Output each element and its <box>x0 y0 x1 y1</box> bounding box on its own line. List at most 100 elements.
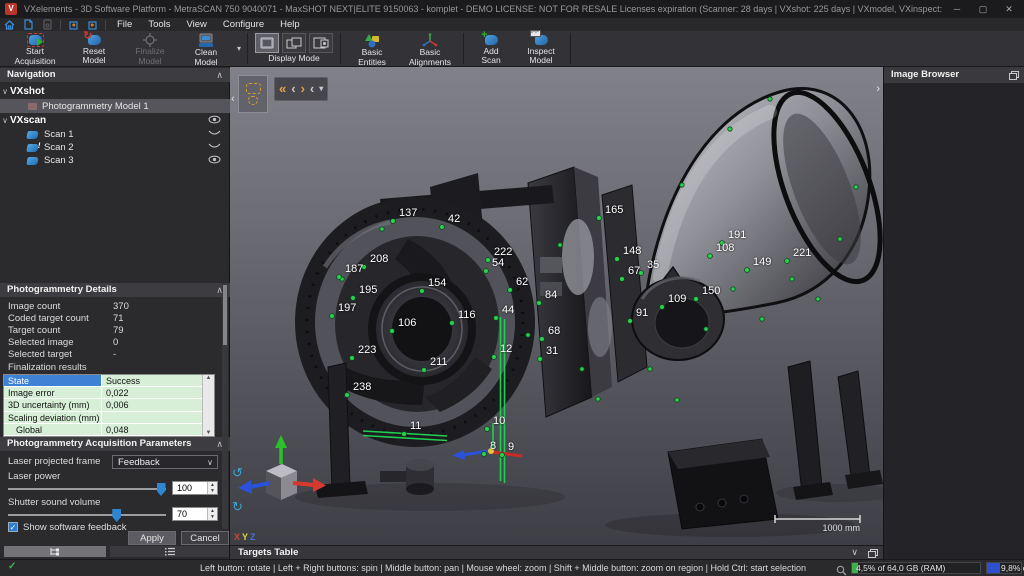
sidebar-item-scan-2[interactable]: ! Scan 2 <box>0 141 230 154</box>
table-row[interactable]: Scaling deviation (mm) <box>4 412 214 424</box>
target-dot[interactable] <box>731 287 735 291</box>
slider-handle[interactable] <box>112 509 121 522</box>
target-dot[interactable] <box>838 237 842 241</box>
first-view-icon[interactable]: « <box>279 78 286 100</box>
menu-configure[interactable]: Configure <box>215 18 272 31</box>
last-view-icon[interactable]: ‹ <box>310 78 314 100</box>
new-session-icon[interactable] <box>21 19 36 30</box>
clean-model-dropdown-icon[interactable]: ▾ <box>234 31 244 66</box>
collapse-left-overlay-icon[interactable]: ‹ <box>231 93 235 105</box>
collapse-icon[interactable]: ∧ <box>216 68 223 82</box>
target-dot[interactable] <box>580 367 584 371</box>
software-feedback-checkbox[interactable]: ✓ <box>8 522 18 532</box>
target-selection-tool-button[interactable] <box>238 75 268 113</box>
target-dot[interactable] <box>680 183 684 187</box>
status-ok-icon: ✓ <box>8 561 16 572</box>
target-dot[interactable] <box>816 297 820 301</box>
svg-text:116: 116 <box>458 309 476 321</box>
window-title: VXelements - 3D Software Platform - Metr… <box>24 4 944 14</box>
basic-entities-button[interactable]: BasicEntities <box>344 31 400 66</box>
svg-text:195: 195 <box>359 284 377 296</box>
spinner-arrows-icon[interactable]: ▲▼ <box>207 482 217 494</box>
table-row[interactable]: 3D uncertainty (mm)0,006 <box>4 399 214 411</box>
menu-tools[interactable]: Tools <box>140 18 178 31</box>
target-dot[interactable] <box>526 333 530 337</box>
target-dot[interactable] <box>790 277 794 281</box>
shutter-volume-slider[interactable] <box>8 507 166 521</box>
display-mode-single-button[interactable] <box>255 33 279 53</box>
menu-view[interactable]: View <box>179 18 215 31</box>
target-dot[interactable] <box>704 327 708 331</box>
target-dot[interactable] <box>728 127 732 131</box>
target-dot[interactable] <box>648 367 652 371</box>
import-session-icon[interactable] <box>66 19 81 30</box>
target-dot[interactable] <box>854 185 858 189</box>
display-mode-dual-button[interactable] <box>282 33 306 53</box>
close-button[interactable]: ✕ <box>996 0 1022 18</box>
spinner-arrows-icon[interactable]: ▲▼ <box>207 508 217 520</box>
menu-file[interactable]: File <box>109 18 140 31</box>
add-scan-button[interactable]: + AddScan <box>467 31 515 66</box>
table-row[interactable]: Global0,048 <box>4 424 214 436</box>
sidebar-item-photogrammetry-model[interactable]: Photogrammetry Model 1 <box>0 99 230 113</box>
targets-table-bar[interactable]: Targets Table ∨ <box>230 545 883 559</box>
shutter-volume-input[interactable]: 70▲▼ <box>172 507 218 521</box>
3d-viewport[interactable]: 1374220818719519715422254628411644106681… <box>230 67 883 545</box>
float-panel-icon[interactable] <box>1009 71 1018 79</box>
view-dropdown-icon[interactable]: ▾ <box>319 78 323 100</box>
sidebar-item-vxscan[interactable]: ∨ VXscan <box>0 113 230 128</box>
apply-button[interactable]: Apply <box>128 531 176 545</box>
start-acquisition-button[interactable]: StartAcquisition <box>4 31 66 66</box>
clean-model-button[interactable]: CleanModel <box>178 31 234 66</box>
photogrammetry-details-header[interactable]: Photogrammetry Details∧ <box>0 283 230 297</box>
inspect-model-button[interactable]: InspectModel <box>515 31 567 66</box>
laser-frame-select[interactable]: Feedback∨ <box>112 455 218 469</box>
save-session-icon[interactable] <box>40 19 55 30</box>
next-view-icon[interactable]: › <box>301 78 305 100</box>
sidebar-item-vxshot[interactable]: ∨ VXshot <box>0 84 230 99</box>
sidebar-item-scan-3[interactable]: Scan 3 <box>0 154 230 167</box>
scan-icon <box>26 157 38 165</box>
cancel-button[interactable]: Cancel <box>181 531 229 545</box>
panel-scrollbar[interactable] <box>222 283 228 529</box>
menu-help[interactable]: Help <box>272 18 308 31</box>
minimize-button[interactable]: ─ <box>944 0 970 18</box>
visibility-eye-icon[interactable] <box>208 115 221 127</box>
visibility-eye-icon[interactable] <box>208 155 221 167</box>
axis-triad[interactable]: ↺ ↻ XYZ <box>232 435 326 542</box>
laser-power-input[interactable]: 100▲▼ <box>172 481 218 495</box>
slider-handle[interactable] <box>157 483 166 496</box>
laser-power-slider[interactable] <box>8 481 166 495</box>
svg-text:106: 106 <box>398 317 416 329</box>
tree-view-tab[interactable] <box>4 546 106 557</box>
expand-right-panel-icon[interactable]: › <box>876 83 880 95</box>
table-row[interactable]: Image error0,022 <box>4 387 214 399</box>
sidebar-item-scan-1[interactable]: Scan 1 <box>0 128 230 141</box>
expand-targets-table-icon[interactable]: ∨ <box>851 546 858 559</box>
maximize-button[interactable]: ▢ <box>970 0 996 18</box>
target-dot[interactable] <box>380 227 384 231</box>
target-dot[interactable] <box>558 243 562 247</box>
float-panel-icon[interactable] <box>868 549 877 557</box>
table-scrollbar[interactable]: ▲▼ <box>202 375 214 436</box>
table-row[interactable]: StateSuccess <box>4 375 214 387</box>
basic-alignments-button[interactable]: BasicAlignments <box>400 31 460 66</box>
finalize-model-button[interactable]: FinalizeModel <box>122 31 178 66</box>
chevron-down-icon[interactable]: ∨ <box>0 116 10 125</box>
chevron-down-icon[interactable]: ∨ <box>0 87 10 96</box>
target-dot[interactable] <box>768 97 772 101</box>
target-dot[interactable] <box>760 317 764 321</box>
home-icon[interactable] <box>2 19 17 30</box>
target-dot[interactable] <box>675 398 679 402</box>
visibility-closed-eye-icon[interactable] <box>208 142 221 153</box>
visibility-closed-eye-icon[interactable] <box>208 129 221 140</box>
image-browser-header[interactable]: Image Browser <box>884 67 1024 83</box>
list-view-tab[interactable] <box>110 546 229 557</box>
target-label[interactable]: 8 <box>482 440 497 456</box>
acquisition-parameters-header[interactable]: Photogrammetry Acquisition Parameters∧ <box>0 437 230 451</box>
target-dot[interactable] <box>596 397 600 401</box>
reset-model-button[interactable]: ↻ ResetModel <box>66 31 122 66</box>
navigation-panel-header[interactable]: Navigation∧ <box>0 68 230 82</box>
display-mode-overlay-button[interactable] <box>309 33 333 53</box>
previous-view-icon[interactable]: ‹ <box>291 78 295 100</box>
